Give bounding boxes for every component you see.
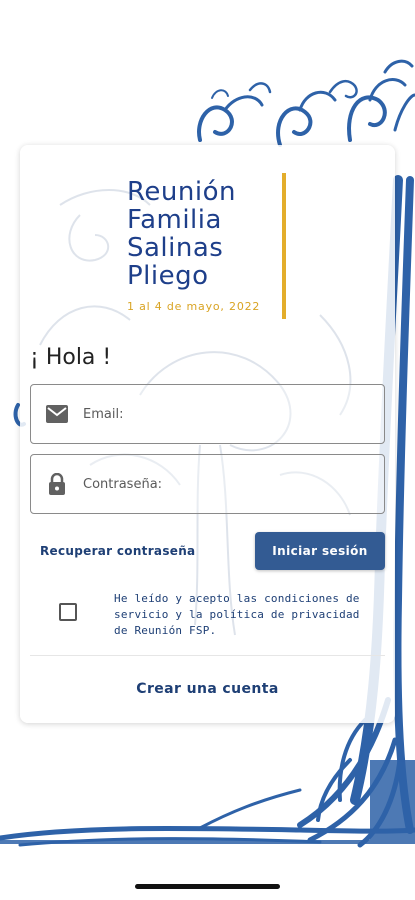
login-card: Reunión Familia Salinas Pliego 1 al 4 de… [20, 145, 395, 723]
email-placeholder: Email: [83, 406, 124, 422]
terms-text: He leído y acepto las condiciones de ser… [114, 592, 360, 637]
password-field[interactable]: Contraseña: [30, 454, 385, 514]
greeting-heading: ¡ Hola ! [30, 345, 112, 370]
event-dates: 1 al 4 de mayo, 2022 [127, 300, 261, 313]
divider [30, 655, 385, 656]
event-title: Reunión Familia Salinas Pliego [127, 177, 236, 291]
password-placeholder: Contraseña: [83, 476, 163, 492]
home-indicator [135, 884, 280, 889]
email-field[interactable]: Email: [30, 384, 385, 444]
login-button[interactable]: Iniciar sesión [255, 532, 385, 570]
title-accent-bar [282, 173, 286, 319]
email-icon [45, 402, 69, 426]
lock-icon [45, 472, 69, 496]
create-account-button[interactable]: Crear una cuenta [20, 681, 395, 697]
terms-checkbox[interactable] [59, 603, 77, 621]
recover-password-link[interactable]: Recuperar contraseña [40, 544, 195, 558]
